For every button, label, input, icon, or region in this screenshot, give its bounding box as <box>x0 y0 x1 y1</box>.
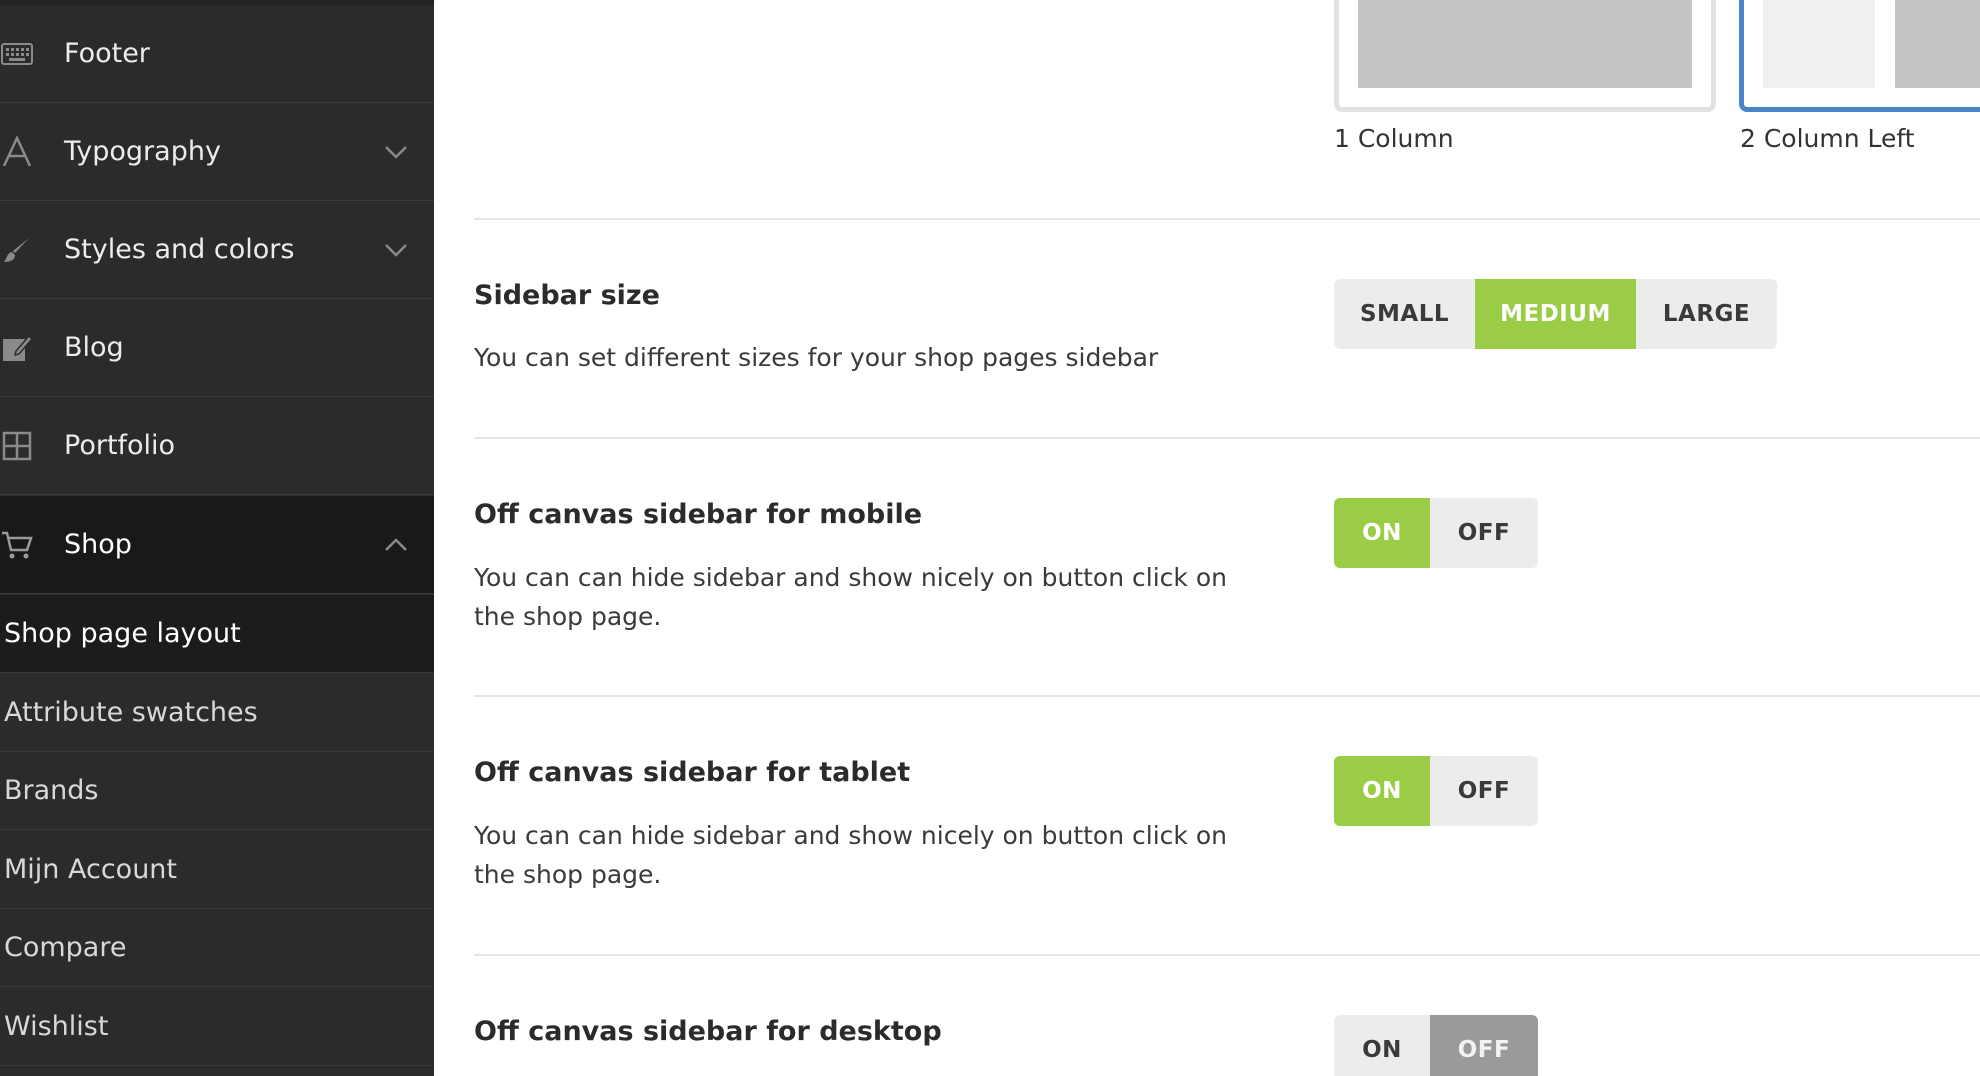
offcanvas-mobile-toggle: ON OFF <box>1334 498 1538 568</box>
layout-option-label: 2 Column Left <box>1740 124 1915 153</box>
section-divider <box>474 218 1980 220</box>
layout-option-label: 1 Column <box>1334 124 1454 153</box>
setting-title: Sidebar size <box>474 280 660 311</box>
toggle-on-button[interactable]: ON <box>1334 498 1430 568</box>
sidebar-item-label: Blog <box>64 332 124 363</box>
sidebar-item-typography[interactable]: Typography <box>0 103 434 201</box>
cart-icon <box>0 528 34 562</box>
submenu-item-label: Compare <box>4 932 127 963</box>
edit-icon <box>0 331 34 365</box>
submenu-item-attribute-swatches[interactable]: Attribute swatches <box>0 674 434 752</box>
typography-icon <box>0 135 34 169</box>
section-divider <box>474 437 1980 439</box>
layout-preview-main <box>1358 0 1692 88</box>
layout-option-1-column[interactable] <box>1334 0 1716 112</box>
setting-title: Off canvas sidebar for desktop <box>474 1016 942 1047</box>
chevron-up-icon[interactable] <box>382 531 410 559</box>
keyboard-icon <box>0 37 34 71</box>
chevron-down-icon[interactable] <box>382 138 410 166</box>
sidebar-item-portfolio[interactable]: Portfolio <box>0 397 434 495</box>
toggle-on-button[interactable]: ON <box>1334 756 1430 826</box>
sidebar-item-blog[interactable]: Blog <box>0 299 434 397</box>
chevron-down-icon[interactable] <box>382 236 410 264</box>
setting-title: Off canvas sidebar for tablet <box>474 757 911 788</box>
submenu-item-shop-page-layout[interactable]: Shop page layout <box>0 595 434 673</box>
layout-preview-sidebar <box>1763 0 1875 88</box>
sidebar-item-label: Styles and colors <box>64 234 295 265</box>
submenu-item-mijn-account[interactable]: Mijn Account <box>0 831 434 909</box>
submenu-item-wishlist[interactable]: Wishlist <box>0 988 434 1066</box>
brush-icon <box>0 233 34 267</box>
sidebar-item-footer[interactable]: Footer <box>0 5 434 103</box>
submenu-item-compare[interactable]: Compare <box>0 909 434 987</box>
toggle-off-button[interactable]: OFF <box>1430 756 1538 826</box>
submenu-item-label: Shop page layout <box>4 618 241 649</box>
toggle-off-button[interactable]: OFF <box>1430 1015 1538 1076</box>
sidebar-item-label: Shop <box>64 529 132 560</box>
size-small-button[interactable]: SMALL <box>1334 279 1475 349</box>
offcanvas-tablet-toggle: ON OFF <box>1334 756 1538 826</box>
offcanvas-desktop-toggle: ON OFF <box>1334 1015 1538 1076</box>
submenu-item-label: Brands <box>4 775 99 806</box>
toggle-off-button[interactable]: OFF <box>1430 498 1538 568</box>
setting-description: You can set different sizes for your sho… <box>474 343 1159 372</box>
sidebar-item-label: Typography <box>64 136 221 167</box>
layout-preview-main <box>1895 0 1980 88</box>
setting-description: You can can hide sidebar and show nicely… <box>474 563 1227 631</box>
submenu-item-label: Attribute swatches <box>4 697 258 728</box>
submenu-item-label: Mijn Account <box>4 854 178 885</box>
section-divider <box>474 695 1980 697</box>
sidebar-item-shop[interactable]: Shop <box>0 496 434 594</box>
sidebar-item-label: Footer <box>64 38 150 69</box>
submenu-item-label: Wishlist <box>4 1011 109 1042</box>
size-large-button[interactable]: LARGE <box>1636 279 1777 349</box>
toggle-on-button[interactable]: ON <box>1334 1015 1430 1076</box>
setting-title: Off canvas sidebar for mobile <box>474 499 923 530</box>
setting-description: You can can hide sidebar and show nicely… <box>474 821 1227 889</box>
grid-icon <box>0 429 34 463</box>
sidebar-item-styles-and-colors[interactable]: Styles and colors <box>0 201 434 299</box>
size-medium-button[interactable]: MEDIUM <box>1475 279 1636 349</box>
admin-sidebar: Footer Typography Styles and colors Blog… <box>0 0 434 1076</box>
section-divider <box>474 954 1980 956</box>
layout-option-2-column-left[interactable] <box>1739 0 1980 112</box>
sidebar-item-label: Portfolio <box>64 430 176 461</box>
submenu-item-brands[interactable]: Brands <box>0 752 434 830</box>
sidebar-size-selector: SMALL MEDIUM LARGE <box>1334 279 1777 349</box>
